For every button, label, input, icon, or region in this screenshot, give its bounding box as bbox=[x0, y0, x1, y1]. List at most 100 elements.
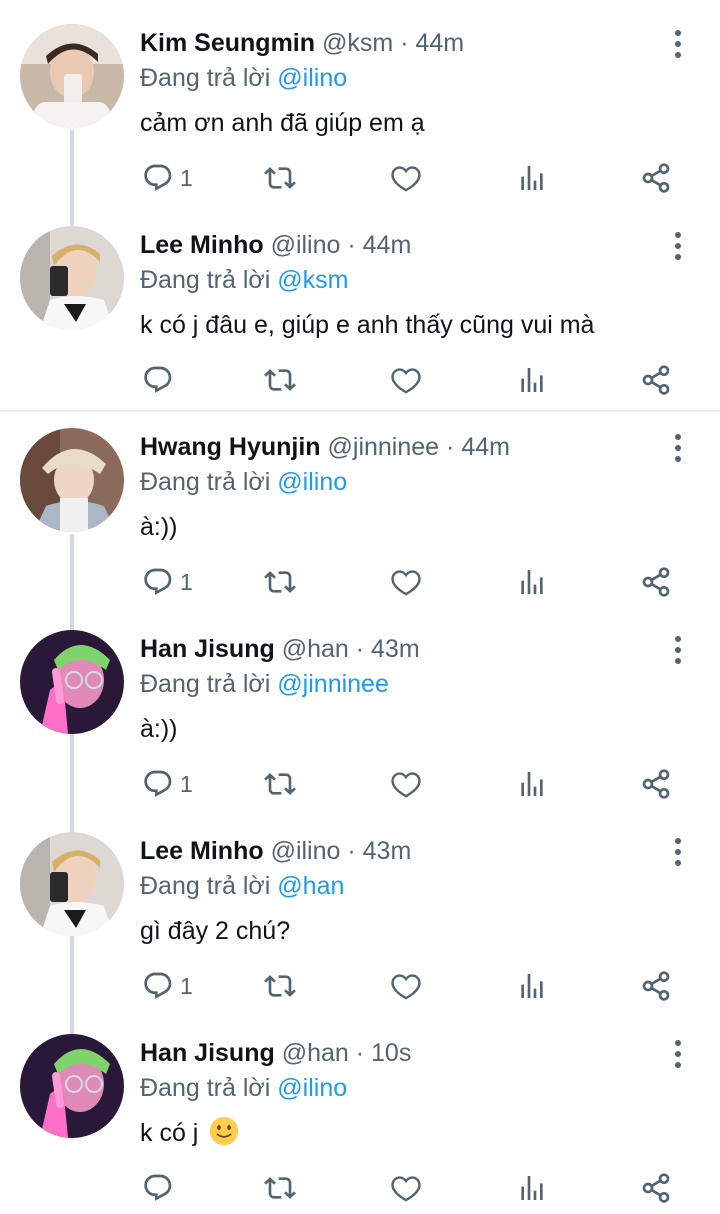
user-handle[interactable]: @ilino bbox=[271, 837, 341, 865]
timestamp[interactable]: 10s bbox=[371, 1039, 411, 1067]
like-button[interactable] bbox=[390, 968, 422, 1004]
more-vertical-icon[interactable] bbox=[670, 434, 686, 464]
more-vertical-icon[interactable] bbox=[670, 636, 686, 666]
replying-label: Đang trả lời bbox=[140, 872, 271, 900]
mention-link[interactable]: @han bbox=[277, 872, 344, 900]
share-button[interactable] bbox=[640, 160, 672, 196]
replying-to: Đang trả lời @ksm bbox=[140, 264, 349, 296]
share-icon bbox=[642, 567, 670, 597]
retweet-icon bbox=[264, 369, 296, 391]
share-button[interactable] bbox=[640, 1170, 672, 1206]
avatar[interactable] bbox=[20, 24, 124, 128]
avatar[interactable] bbox=[20, 832, 124, 936]
tweet-header: Han Jisung @han · 10s bbox=[140, 1036, 411, 1070]
tweet-text: k có j bbox=[140, 1116, 239, 1150]
replying-label: Đang trả lời bbox=[140, 468, 271, 496]
reply-button[interactable]: 1 bbox=[142, 766, 193, 802]
stats-button[interactable] bbox=[516, 968, 548, 1004]
like-button[interactable] bbox=[390, 160, 422, 196]
reply-button[interactable]: 1 bbox=[142, 968, 193, 1004]
reply-count: 1 bbox=[180, 770, 193, 797]
like-button[interactable] bbox=[390, 766, 422, 802]
user-handle[interactable]: @han bbox=[282, 1039, 349, 1067]
retweet-button[interactable] bbox=[264, 766, 296, 802]
action-bar: 1 bbox=[0, 766, 720, 806]
timestamp[interactable]: 44m bbox=[461, 433, 510, 461]
replying-label: Đang trả lời bbox=[140, 670, 271, 698]
tweet[interactable]: Lee Minho @ilino · 44m Đang trả lời @ksm… bbox=[0, 202, 720, 404]
timestamp[interactable]: 44m bbox=[363, 231, 412, 259]
reply-button[interactable] bbox=[142, 362, 180, 398]
like-button[interactable] bbox=[390, 564, 422, 600]
tweet[interactable]: Hwang Hyunjin @jinninee · 44m Đang trả l… bbox=[0, 404, 720, 606]
timestamp[interactable]: 43m bbox=[371, 635, 420, 663]
share-button[interactable] bbox=[640, 362, 672, 398]
display-name[interactable]: Lee Minho bbox=[140, 837, 264, 865]
more-vertical-icon[interactable] bbox=[670, 232, 686, 262]
tweet-header: Han Jisung @han · 43m bbox=[140, 632, 420, 666]
retweet-button[interactable] bbox=[264, 362, 296, 398]
reply-button[interactable]: 1 bbox=[142, 160, 193, 196]
user-handle[interactable]: @ilino bbox=[271, 231, 341, 259]
tweet[interactable]: Han Jisung @han · 43m Đang trả lời @jinn… bbox=[0, 606, 720, 808]
share-button[interactable] bbox=[640, 766, 672, 802]
reply-icon bbox=[144, 366, 172, 393]
more-vertical-icon[interactable] bbox=[670, 30, 686, 60]
timestamp[interactable]: 43m bbox=[363, 837, 412, 865]
analytics-icon bbox=[521, 1176, 543, 1200]
share-button[interactable] bbox=[640, 968, 672, 1004]
stats-button[interactable] bbox=[516, 766, 548, 802]
mention-link[interactable]: @ilino bbox=[277, 64, 347, 92]
timestamp[interactable]: 44m bbox=[415, 29, 464, 57]
share-button[interactable] bbox=[640, 564, 672, 600]
stats-button[interactable] bbox=[516, 362, 548, 398]
tweet[interactable]: Kim Seungmin @ksm · 44m Đang trả lời @il… bbox=[0, 0, 720, 202]
reply-icon bbox=[144, 568, 172, 595]
like-button[interactable] bbox=[390, 1170, 422, 1206]
stats-button[interactable] bbox=[516, 1170, 548, 1206]
retweet-button[interactable] bbox=[264, 160, 296, 196]
avatar[interactable] bbox=[20, 226, 124, 330]
share-icon bbox=[642, 1173, 670, 1203]
replying-label: Đang trả lời bbox=[140, 1074, 271, 1102]
reply-button[interactable]: 1 bbox=[142, 564, 193, 600]
stats-button[interactable] bbox=[516, 160, 548, 196]
mention-link[interactable]: @ilino bbox=[277, 468, 347, 496]
more-vertical-icon[interactable] bbox=[670, 838, 686, 868]
mention-link[interactable]: @jinninee bbox=[277, 670, 389, 698]
mention-link[interactable]: @ilino bbox=[277, 1074, 347, 1102]
tweet[interactable]: Han Jisung @han · 10s Đang trả lời @ilin… bbox=[0, 1010, 720, 1212]
reply-button[interactable] bbox=[142, 1170, 180, 1206]
retweet-icon bbox=[264, 1177, 296, 1199]
display-name[interactable]: Lee Minho bbox=[140, 231, 264, 259]
heart-icon bbox=[391, 166, 421, 192]
heart-icon bbox=[391, 368, 421, 394]
user-handle[interactable]: @ksm bbox=[322, 29, 393, 57]
avatar[interactable] bbox=[20, 1034, 124, 1138]
more-vertical-icon[interactable] bbox=[670, 1040, 686, 1070]
display-name[interactable]: Han Jisung bbox=[140, 1039, 275, 1067]
action-bar: 1 bbox=[0, 564, 720, 604]
separator: · bbox=[347, 837, 356, 865]
reply-icon bbox=[144, 164, 172, 191]
retweet-button[interactable] bbox=[264, 968, 296, 1004]
retweet-button[interactable] bbox=[264, 564, 296, 600]
user-handle[interactable]: @han bbox=[282, 635, 349, 663]
heart-icon bbox=[391, 1176, 421, 1202]
analytics-icon bbox=[521, 570, 543, 594]
avatar[interactable] bbox=[20, 428, 124, 532]
display-name[interactable]: Kim Seungmin bbox=[140, 29, 315, 57]
avatar[interactable] bbox=[20, 630, 124, 734]
like-button[interactable] bbox=[390, 362, 422, 398]
retweet-button[interactable] bbox=[264, 1170, 296, 1206]
reply-icon bbox=[144, 972, 172, 999]
retweet-icon bbox=[264, 975, 296, 997]
heart-icon bbox=[391, 570, 421, 596]
display-name[interactable]: Hwang Hyunjin bbox=[140, 433, 321, 461]
tweet[interactable]: Lee Minho @ilino · 43m Đang trả lời @han… bbox=[0, 808, 720, 1010]
display-name[interactable]: Han Jisung bbox=[140, 635, 275, 663]
mention-link[interactable]: @ksm bbox=[277, 266, 348, 294]
user-handle[interactable]: @jinninee bbox=[328, 433, 440, 461]
slightly-smiling-face-icon bbox=[210, 1116, 239, 1146]
stats-button[interactable] bbox=[516, 564, 548, 600]
